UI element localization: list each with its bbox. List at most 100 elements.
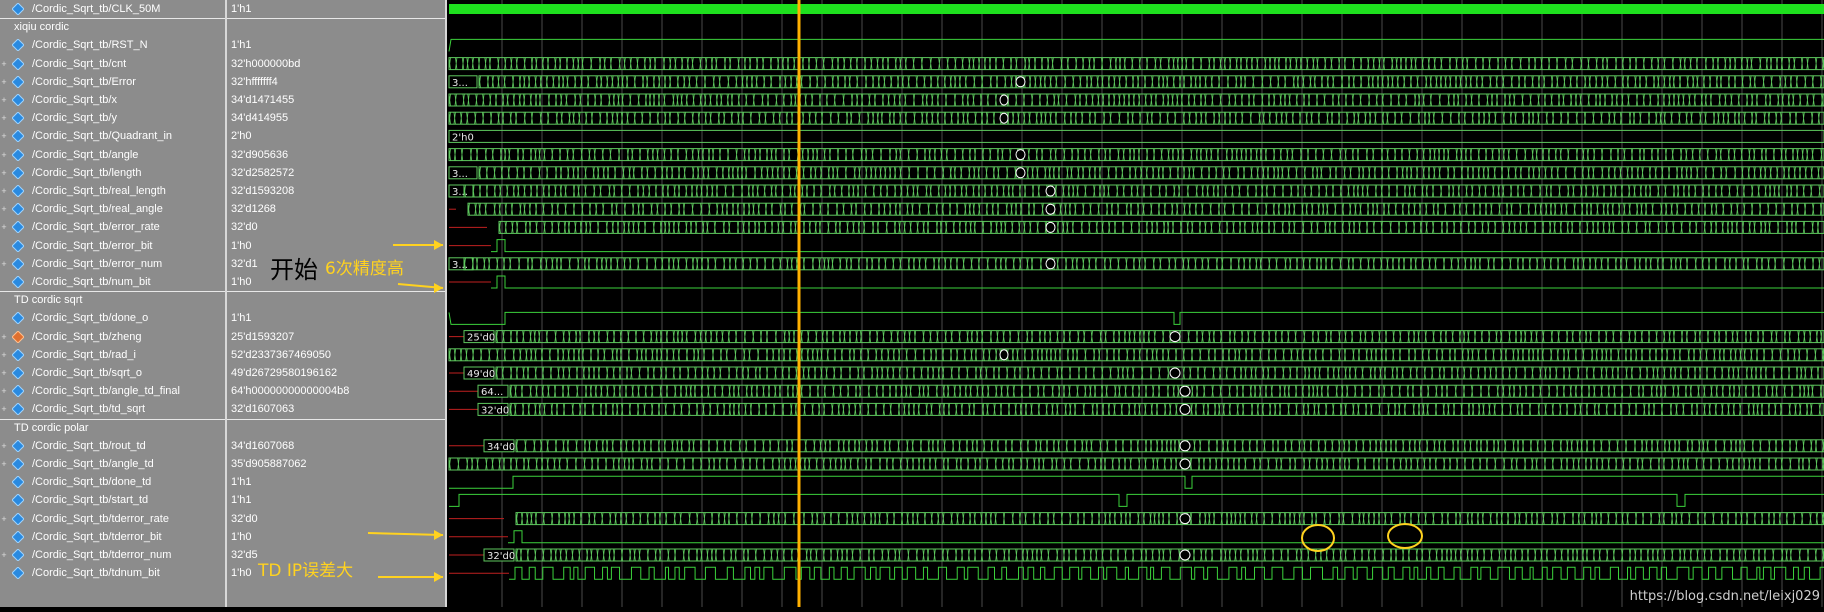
- signal-row[interactable]: + /Cordic_Sqrt_tb/rad_i: [0, 346, 225, 364]
- diamond-icon: [12, 367, 24, 379]
- signal-row[interactable]: + /Cordic_Sqrt_tb/cnt: [0, 55, 225, 73]
- bus-transition-marker: [1169, 367, 1181, 379]
- expand-toggle[interactable]: +: [0, 346, 8, 364]
- signal-row[interactable]: + /Cordic_Sqrt_tb/angle_td: [0, 455, 225, 473]
- expand-toggle[interactable]: +: [0, 255, 8, 273]
- expand-toggle[interactable]: +: [0, 546, 8, 564]
- waveform-done_o: [448, 311, 1824, 325]
- wave-grid: [501, 0, 1823, 607]
- signal-value: 32'd905636: [231, 148, 289, 161]
- group-divider[interactable]: TD cordic sqrt: [0, 291, 225, 309]
- signal-row[interactable]: /Cordic_Sqrt_tb/RST_N: [0, 36, 225, 54]
- waveform-length: 3...: [448, 166, 1824, 180]
- bus-transition-marker: [1045, 203, 1056, 215]
- signal-value: 1'h0: [231, 530, 252, 543]
- bus-transition-marker: [1169, 331, 1181, 343]
- signal-row[interactable]: + /Cordic_Sqrt_tb/td_sqrt: [0, 400, 225, 418]
- waveform-angle_td: [448, 457, 1824, 471]
- signal-name: /Cordic_Sqrt_tb/real_length: [32, 185, 166, 197]
- signal-row[interactable]: + /Cordic_Sqrt_tb/tderror_rate: [0, 510, 225, 528]
- bit-wave: [508, 530, 1824, 544]
- expand-toggle[interactable]: +: [0, 510, 8, 528]
- bus-init-label: 25'd0: [467, 333, 495, 344]
- expand-toggle[interactable]: +: [0, 400, 8, 418]
- expand-toggle[interactable]: +: [0, 164, 8, 182]
- bus-transitions: [509, 385, 1823, 398]
- signal-value: 1'h0: [231, 276, 252, 288]
- expand-toggle[interactable]: +: [0, 437, 8, 455]
- annotation-note: TD IP误差大: [258, 561, 354, 581]
- waveform-num_bit: [449, 275, 1824, 289]
- signal-row[interactable]: /Cordic_Sqrt_tb/tdnum_bit: [0, 564, 225, 582]
- wave-canvas[interactable]: 3... 2'h0 3... 3... 3... 25'd0 49'd0 64... 32'd0…: [447, 0, 1824, 607]
- signal-row[interactable]: + /Cordic_Sqrt_tb/zheng: [0, 328, 225, 346]
- bus-transitions: [495, 330, 1823, 343]
- expand-toggle[interactable]: +: [0, 127, 8, 145]
- bus-init-label: 32'd0: [487, 551, 515, 562]
- bit-wave: [449, 493, 1824, 507]
- bus-init-label: 49'd0: [467, 369, 495, 380]
- waveform-y: [448, 111, 1824, 125]
- group-divider[interactable]: xiqiu cordic: [0, 18, 225, 36]
- diamond-icon: [12, 148, 24, 161]
- signal-row[interactable]: + /Cordic_Sqrt_tb/length: [0, 164, 225, 182]
- bus-transition-marker: [999, 349, 1009, 361]
- diamond-icon: [12, 312, 24, 325]
- signal-row[interactable]: + /Cordic_Sqrt_tb/sqrt_o: [0, 364, 225, 382]
- diamond-icon: [12, 567, 24, 580]
- bus-transitions: [509, 403, 1821, 416]
- signal-row[interactable]: /Cordic_Sqrt_tb/start_td: [0, 491, 225, 509]
- signal-name: /Cordic_Sqrt_tb/zheng: [32, 330, 142, 343]
- expand-toggle[interactable]: +: [0, 328, 8, 346]
- signal-row[interactable]: /Cordic_Sqrt_tb/tderror_bit: [0, 528, 225, 546]
- expand-toggle[interactable]: +: [0, 218, 8, 236]
- expand-toggle[interactable]: +: [0, 55, 8, 73]
- waveform-error_bit: [449, 239, 1824, 253]
- group-divider-line: [227, 291, 445, 293]
- signal-name: /Cordic_Sqrt_tb/RST_N: [32, 39, 148, 52]
- signal-row[interactable]: + /Cordic_Sqrt_tb/angle_td_final: [0, 382, 225, 400]
- signal-row[interactable]: + /Cordic_Sqrt_tb/real_length: [0, 182, 225, 200]
- clock-wave: [449, 4, 1824, 14]
- signal-value: 1'h1: [231, 312, 252, 325]
- signal-row[interactable]: /Cordic_Sqrt_tb/num_bit: [0, 273, 225, 291]
- expand-toggle[interactable]: +: [0, 364, 8, 382]
- signal-row[interactable]: + /Cordic_Sqrt_tb/rout_td: [0, 437, 225, 455]
- diamond-icon: [12, 476, 24, 489]
- signal-row[interactable]: + /Cordic_Sqrt_tb/tderror_num: [0, 546, 225, 564]
- signal-row[interactable]: /Cordic_Sqrt_tb/CLK_50M: [0, 0, 225, 18]
- wave-pane[interactable]: 3... 2'h0 3... 3... 3... 25'd0 49'd0 64... 32'd0…: [447, 0, 1824, 607]
- expand-toggle[interactable]: +: [0, 200, 8, 218]
- signal-value: 25'd1593207: [231, 330, 295, 343]
- expand-toggle[interactable]: +: [0, 73, 8, 91]
- signal-row[interactable]: + /Cordic_Sqrt_tb/angle: [0, 146, 225, 164]
- signal-row[interactable]: + /Cordic_Sqrt_tb/Quadrant_in: [0, 127, 225, 145]
- signal-name: /Cordic_Sqrt_tb/angle_td_final: [32, 385, 180, 398]
- diamond-icon: [12, 439, 24, 452]
- signal-row[interactable]: + /Cordic_Sqrt_tb/error_rate: [0, 218, 225, 236]
- signal-row[interactable]: + /Cordic_Sqrt_tb/error_num: [0, 255, 225, 273]
- signal-row[interactable]: + /Cordic_Sqrt_tb/Error: [0, 73, 225, 91]
- bus-init-label: 32'd0: [481, 405, 509, 416]
- waveform-Quadrant_in: 2'h0: [448, 129, 1824, 143]
- signal-value: 32'd5: [231, 549, 258, 561]
- expand-toggle[interactable]: +: [0, 455, 8, 473]
- expand-toggle[interactable]: +: [0, 182, 8, 200]
- diamond-icon: [12, 39, 24, 52]
- expand-toggle[interactable]: +: [0, 91, 8, 109]
- signal-row[interactable]: + /Cordic_Sqrt_tb/real_angle: [0, 200, 225, 218]
- signal-row[interactable]: /Cordic_Sqrt_tb/done_o: [0, 309, 225, 327]
- signal-row[interactable]: + /Cordic_Sqrt_tb/x: [0, 91, 225, 109]
- bus-transitions: [515, 439, 1824, 452]
- signal-row[interactable]: /Cordic_Sqrt_tb/error_bit: [0, 237, 225, 255]
- expand-toggle[interactable]: +: [0, 382, 8, 400]
- expand-toggle[interactable]: +: [0, 109, 8, 127]
- diamond-icon: [12, 530, 24, 543]
- group-divider[interactable]: TD cordic polar: [0, 418, 225, 437]
- waveform-x: [448, 93, 1824, 107]
- expand-toggle[interactable]: +: [0, 146, 8, 164]
- waveform-Error: 3...: [448, 75, 1824, 89]
- signal-row[interactable]: /Cordic_Sqrt_tb/done_td: [0, 473, 225, 491]
- diamond-icon: [12, 276, 24, 288]
- signal-row[interactable]: + /Cordic_Sqrt_tb/y: [0, 109, 225, 127]
